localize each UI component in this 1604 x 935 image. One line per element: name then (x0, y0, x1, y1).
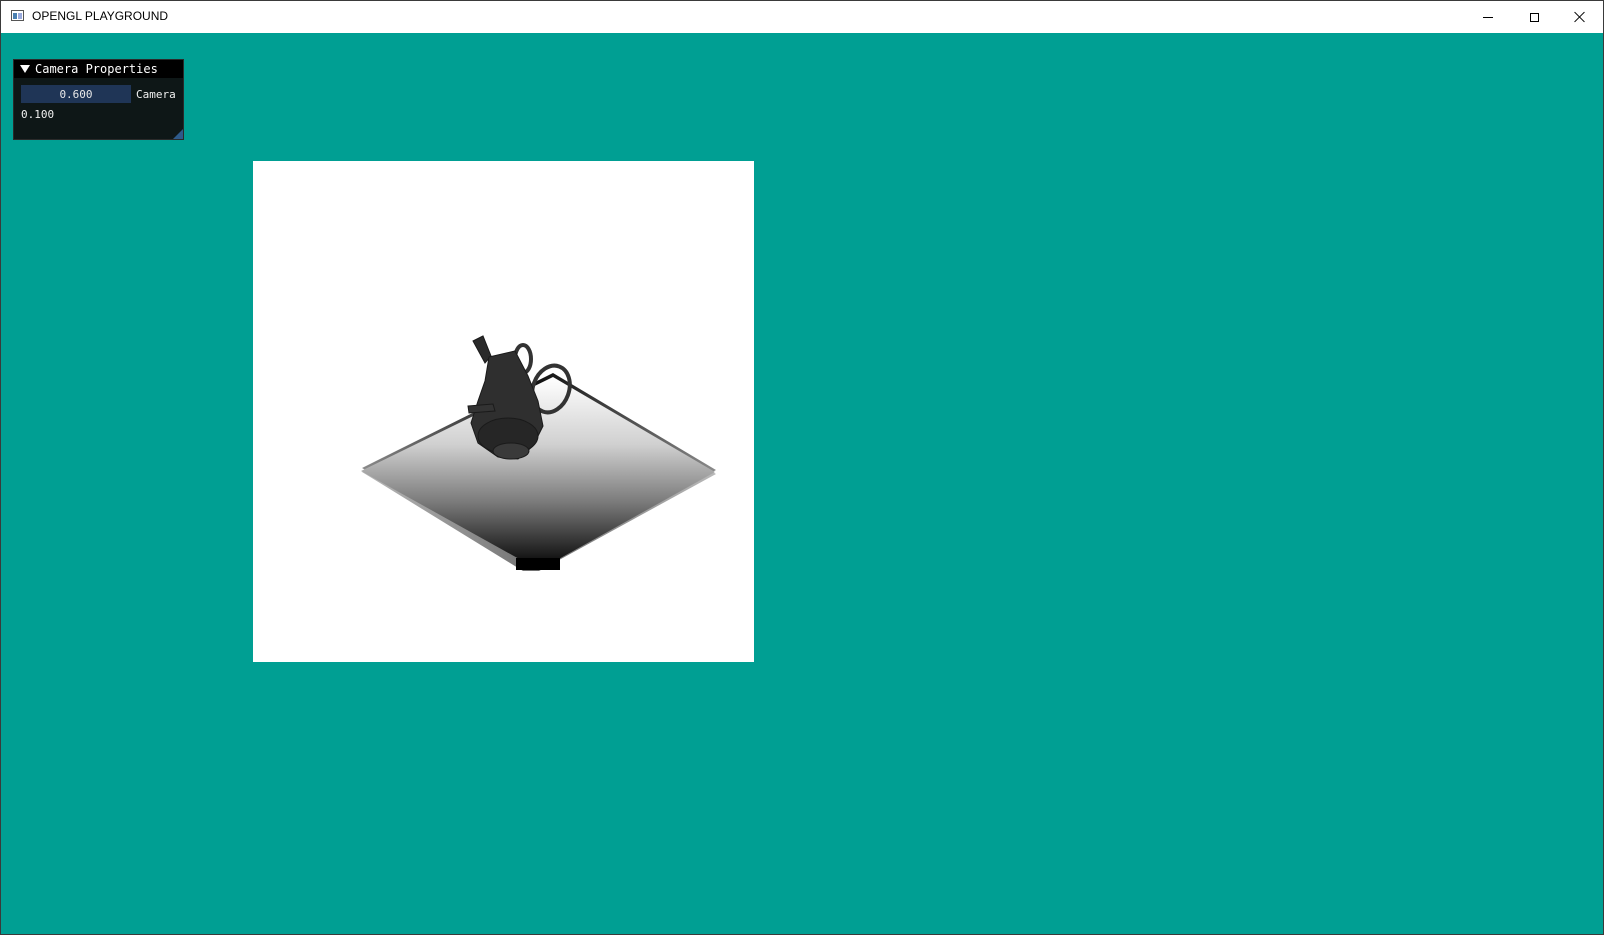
minimize-button[interactable] (1465, 1, 1511, 33)
maximize-icon (1529, 12, 1539, 22)
camera-properties-panel[interactable]: Camera Properties 0.600 Camera 0.100 (13, 59, 184, 140)
maximize-button[interactable] (1511, 1, 1557, 33)
camera-slider[interactable]: 0.600 (21, 85, 131, 103)
resize-grip[interactable] (173, 129, 183, 139)
app-window-icon (11, 10, 24, 21)
close-icon (1574, 11, 1586, 23)
window-title: OPENGL PLAYGROUND (32, 9, 169, 23)
minimize-icon (1483, 16, 1493, 18)
camera-secondary-value: 0.100 (21, 108, 55, 121)
panel-header[interactable]: Camera Properties (14, 60, 183, 78)
app-window: OPENGL PLAYGROUND Camera Properties 0.60… (0, 0, 1604, 935)
close-button[interactable] (1557, 1, 1603, 33)
camera-slider-value: 0.600 (59, 87, 93, 101)
render-viewport[interactable] (253, 161, 754, 662)
panel-title: Camera Properties (35, 62, 158, 76)
camera-slider-label: Camera (136, 88, 176, 101)
title-bar[interactable]: OPENGL PLAYGROUND (1, 1, 1603, 33)
triangle-down-icon[interactable] (20, 65, 30, 73)
rendered-3d-scene (361, 335, 716, 571)
